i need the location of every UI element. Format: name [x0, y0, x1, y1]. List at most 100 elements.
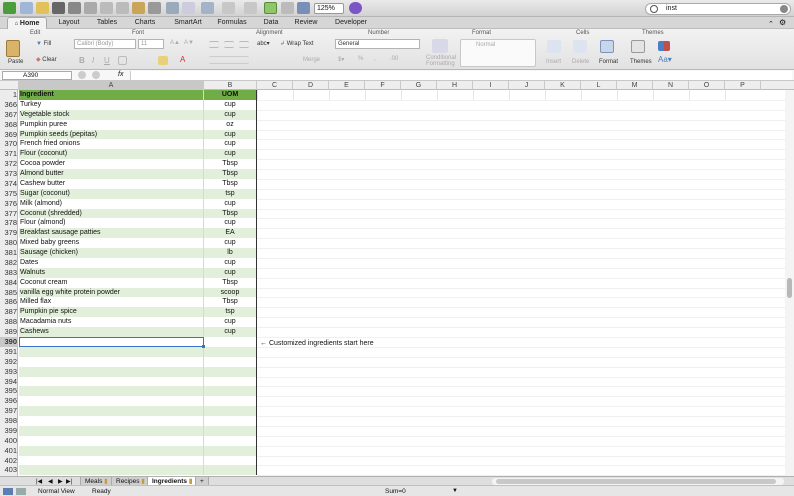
- cell-ingredient[interactable]: [19, 366, 204, 377]
- vertical-scroll-thumb[interactable]: [787, 278, 792, 298]
- column-header-p[interactable]: P: [725, 81, 761, 90]
- cell-ingredient[interactable]: Flour (almond): [19, 218, 204, 229]
- column-header-b[interactable]: B: [204, 81, 257, 90]
- column-header-j[interactable]: J: [509, 81, 545, 90]
- row-header[interactable]: 403: [0, 465, 18, 475]
- cell-uom[interactable]: [204, 455, 257, 466]
- cell-uom[interactable]: cup: [204, 139, 257, 150]
- align-center-icon[interactable]: [224, 41, 234, 48]
- import-icon[interactable]: [84, 2, 97, 14]
- cell-ingredient[interactable]: Breakfast sausage patties: [19, 228, 204, 239]
- cell-uom[interactable]: [204, 376, 257, 387]
- cell-uom[interactable]: cup: [204, 149, 257, 160]
- grow-font-icon[interactable]: A▲: [170, 40, 180, 46]
- insert-button[interactable]: Insert: [546, 59, 561, 65]
- row-header[interactable]: 390: [0, 337, 18, 347]
- row-header[interactable]: 377: [0, 209, 18, 219]
- cell-uom[interactable]: cup: [204, 99, 257, 110]
- show-hide-icon[interactable]: [297, 2, 310, 14]
- tab-home[interactable]: ⌂ Home: [7, 17, 47, 29]
- row-header[interactable]: 373: [0, 169, 18, 179]
- cell-uom[interactable]: Tbsp: [204, 277, 257, 288]
- collapse-ribbon-icon[interactable]: ⌃: [768, 20, 774, 28]
- themes-button[interactable]: Themes: [630, 59, 652, 65]
- fill-handle[interactable]: [202, 344, 205, 348]
- row-header[interactable]: 383: [0, 268, 18, 278]
- cell-uom[interactable]: Tbsp: [204, 178, 257, 189]
- italic-icon[interactable]: I: [92, 56, 94, 65]
- column-header-g[interactable]: G: [401, 81, 437, 90]
- cell-ingredient[interactable]: Cashews: [19, 327, 204, 338]
- cell-uom[interactable]: [204, 337, 257, 347]
- ribbon-settings-icon[interactable]: ⚙: [779, 18, 786, 27]
- column-header-ingredient[interactable]: Ingredient: [19, 90, 204, 100]
- font-name-select[interactable]: Calibri (Body): [74, 39, 136, 49]
- cell-ingredient[interactable]: [19, 396, 204, 407]
- cell-uom[interactable]: tsp: [204, 307, 257, 318]
- row-header[interactable]: 382: [0, 258, 18, 268]
- cell-ingredient[interactable]: Turkey: [19, 99, 204, 110]
- tab-review[interactable]: Review: [288, 17, 324, 29]
- cell-uom[interactable]: [204, 396, 257, 407]
- indent-icon[interactable]: [209, 56, 249, 64]
- cell-ingredient[interactable]: Almond butter: [19, 169, 204, 180]
- normal-view-icon[interactable]: [3, 488, 13, 495]
- row-header[interactable]: 367: [0, 110, 18, 120]
- cell-uom[interactable]: scoop: [204, 287, 257, 298]
- column-header-d[interactable]: D: [293, 81, 329, 90]
- row-header[interactable]: 393: [0, 367, 18, 377]
- theme-colors-icon[interactable]: [658, 41, 670, 51]
- cell-ingredient[interactable]: Pumpkin pie spice: [19, 307, 204, 318]
- column-header-n[interactable]: N: [653, 81, 689, 90]
- cell-uom[interactable]: [204, 406, 257, 417]
- cell-ingredient[interactable]: Vegetable stock: [19, 109, 204, 120]
- paste-button[interactable]: Paste: [8, 59, 23, 65]
- column-header-uom[interactable]: UOM: [204, 90, 257, 100]
- row-header[interactable]: 388: [0, 317, 18, 327]
- active-cell[interactable]: [19, 337, 204, 347]
- column-header-e[interactable]: E: [329, 81, 365, 90]
- clear-search-icon[interactable]: [780, 5, 788, 13]
- cell-ingredient[interactable]: [19, 455, 204, 466]
- cell-uom[interactable]: lb: [204, 248, 257, 259]
- cell-ingredient[interactable]: [19, 376, 204, 387]
- cell-uom[interactable]: Tbsp: [204, 159, 257, 170]
- row-header[interactable]: 396: [0, 396, 18, 406]
- cell-uom[interactable]: cup: [204, 198, 257, 209]
- cell-uom[interactable]: Tbsp: [204, 297, 257, 308]
- cell-uom[interactable]: [204, 346, 257, 357]
- cell-uom[interactable]: cup: [204, 238, 257, 249]
- row-header[interactable]: 375: [0, 189, 18, 199]
- redo-icon[interactable]: [182, 2, 195, 14]
- row-header[interactable]: 399: [0, 426, 18, 436]
- column-header-a[interactable]: A: [19, 81, 204, 90]
- cell-ingredient[interactable]: Cocoa powder: [19, 159, 204, 170]
- cell-uom[interactable]: [204, 445, 257, 456]
- open-icon[interactable]: [36, 2, 49, 14]
- row-header[interactable]: 386: [0, 297, 18, 307]
- align-left-icon[interactable]: [209, 41, 219, 48]
- shrink-font-icon[interactable]: A▼: [184, 40, 194, 46]
- cell-ingredient[interactable]: [19, 356, 204, 367]
- currency-icon[interactable]: $▾: [338, 56, 344, 63]
- cell-ingredient[interactable]: Coconut cream: [19, 277, 204, 288]
- theme-fonts-icon[interactable]: Aa▾: [658, 55, 672, 64]
- row-header[interactable]: 400: [0, 436, 18, 446]
- tab-developer[interactable]: Developer: [328, 17, 374, 29]
- format-cells-icon[interactable]: [600, 40, 614, 53]
- media-icon[interactable]: [281, 2, 294, 14]
- orientation-button[interactable]: abc▾: [257, 40, 270, 47]
- bold-icon[interactable]: B: [79, 56, 85, 65]
- sort-icon[interactable]: [222, 2, 235, 14]
- row-header[interactable]: 376: [0, 199, 18, 209]
- row-header[interactable]: 385: [0, 288, 18, 298]
- column-header-m[interactable]: M: [617, 81, 653, 90]
- cell-ingredient[interactable]: Sausage (chicken): [19, 248, 204, 259]
- underline-icon[interactable]: U: [104, 56, 110, 65]
- cell-ingredient[interactable]: [19, 435, 204, 446]
- tab-data[interactable]: Data: [256, 17, 286, 29]
- row-header[interactable]: 387: [0, 307, 18, 317]
- conditional-formatting-icon[interactable]: [432, 39, 448, 53]
- row-header[interactable]: 369: [0, 130, 18, 140]
- cell-ingredient[interactable]: [19, 425, 204, 436]
